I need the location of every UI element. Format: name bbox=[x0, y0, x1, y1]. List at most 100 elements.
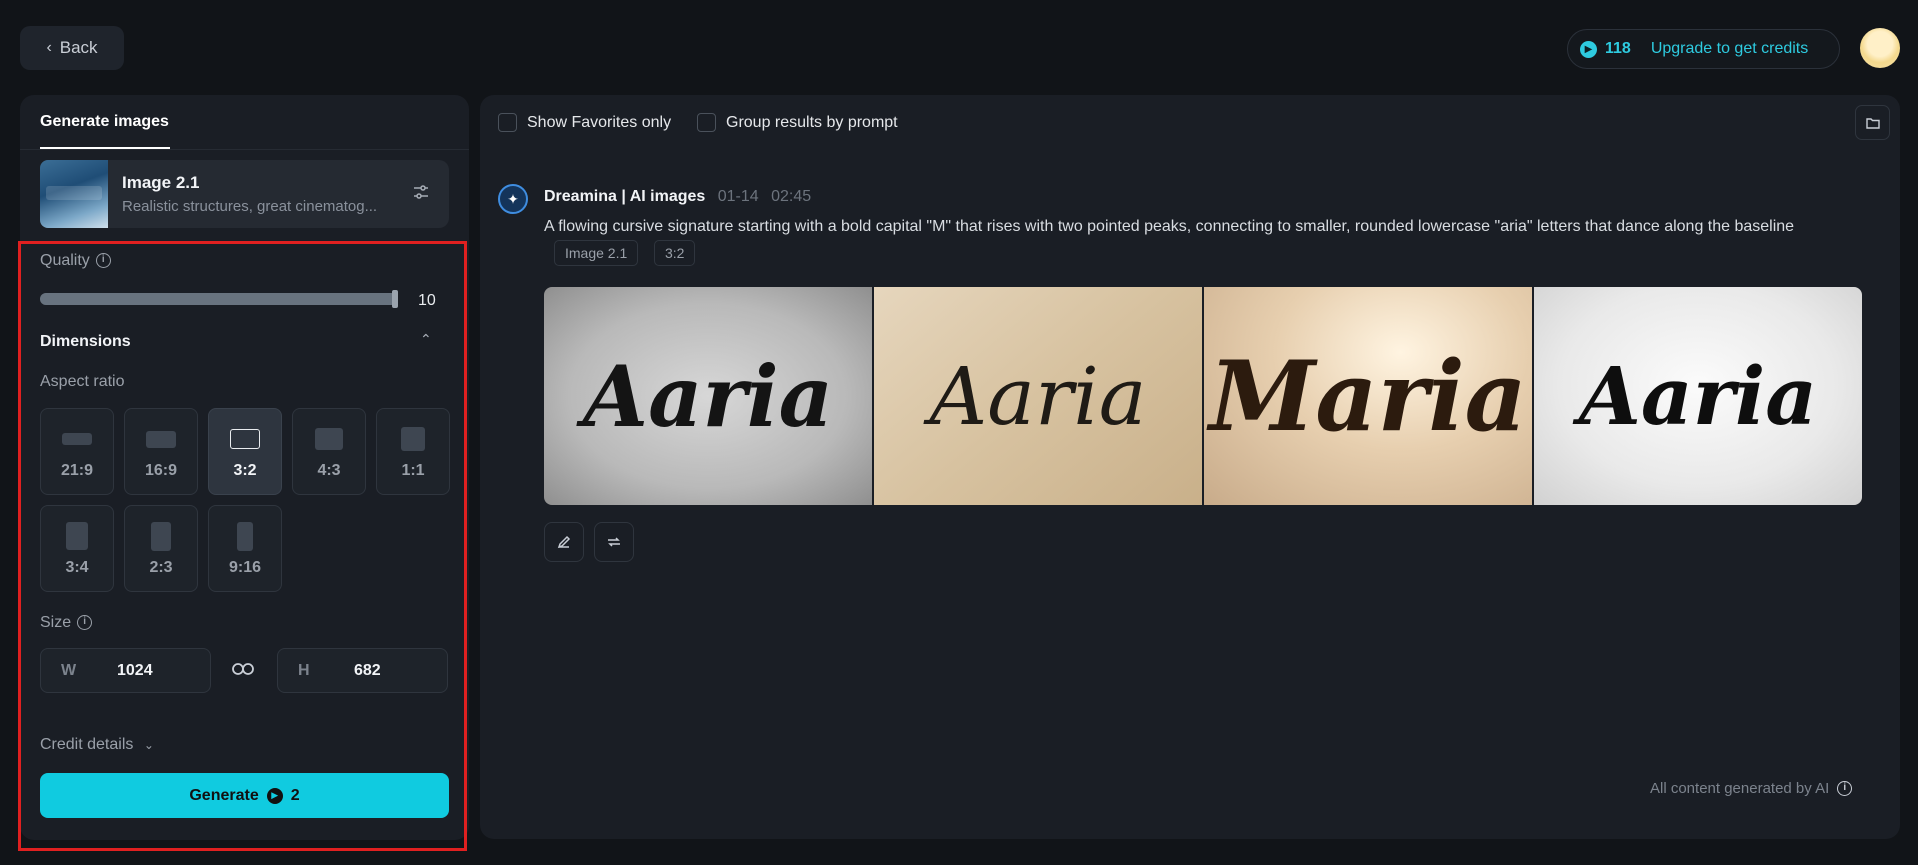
ratio-1-1-icon bbox=[401, 427, 425, 451]
ratio-21-9[interactable]: 21:9 bbox=[40, 408, 114, 495]
ratio-2-3-icon bbox=[151, 522, 171, 551]
generate-cost: 2 bbox=[290, 786, 300, 804]
regenerate-button[interactable] bbox=[594, 522, 634, 562]
tag-ratio: 3:2 bbox=[654, 240, 696, 266]
height-field[interactable]: H 682 bbox=[277, 648, 448, 693]
credit-coin-icon: ▶ bbox=[1580, 40, 1597, 58]
credit-details-label: Credit details bbox=[40, 736, 134, 753]
quality-slider-thumb[interactable] bbox=[392, 290, 398, 308]
checkbox-box[interactable] bbox=[697, 113, 716, 132]
result-time: 02:45 bbox=[771, 188, 812, 205]
ratio-21-9-icon bbox=[62, 433, 92, 445]
ai-note-text: All content generated by AI bbox=[1650, 780, 1830, 797]
tab-generate-images[interactable]: Generate images bbox=[40, 113, 169, 131]
quality-slider[interactable] bbox=[40, 293, 397, 305]
result-date: 01-14 bbox=[717, 188, 759, 205]
size-label: Size i bbox=[40, 614, 93, 632]
ratio-4-3-icon bbox=[315, 428, 343, 450]
ratio-label: 3:2 bbox=[233, 462, 257, 479]
generate-button[interactable]: Generate ▶ 2 bbox=[40, 773, 449, 818]
sliders-icon[interactable] bbox=[401, 183, 441, 206]
checkbox-box[interactable] bbox=[498, 113, 517, 132]
model-description: Realistic structures, great cinematog... bbox=[122, 198, 378, 215]
show-favorites-label: Show Favorites only bbox=[527, 113, 672, 131]
dimensions-title[interactable]: Dimensions bbox=[40, 333, 131, 351]
repeat-icon bbox=[608, 537, 620, 547]
avatar[interactable] bbox=[1860, 28, 1900, 68]
link-icon[interactable] bbox=[232, 659, 254, 682]
result-image-2-text: Aaria bbox=[929, 349, 1147, 443]
result-image-2[interactable]: Aaria bbox=[874, 287, 1202, 505]
ratio-4-3[interactable]: 4:3 bbox=[292, 408, 366, 495]
model-thumbnail bbox=[40, 160, 108, 228]
chevron-down-icon: ⌄ bbox=[143, 738, 154, 752]
left-panel: Generate images Image 2.1 Realistic stru… bbox=[20, 95, 469, 840]
ratio-9-16[interactable]: 9:16 bbox=[208, 505, 282, 592]
show-favorites-checkbox[interactable]: Show Favorites only bbox=[498, 113, 671, 132]
quality-value: 10 bbox=[418, 292, 436, 309]
upgrade-link[interactable]: Upgrade to get credits bbox=[1651, 40, 1808, 58]
size-label-text: Size bbox=[40, 614, 72, 631]
ratio-label: 3:4 bbox=[65, 559, 89, 576]
result-image-1-text: Aaria bbox=[582, 346, 834, 446]
credits-pill[interactable]: ▶ 118 Upgrade to get credits bbox=[1567, 29, 1840, 69]
height-prefix: H bbox=[298, 661, 310, 679]
ratio-label: 9:16 bbox=[228, 559, 262, 576]
width-value: 1024 bbox=[117, 661, 153, 679]
ratio-2-3[interactable]: 2:3 bbox=[124, 505, 198, 592]
quality-label-text: Quality bbox=[40, 252, 90, 269]
result-image-3-text: Maria bbox=[1209, 339, 1527, 453]
ratio-16-9-icon bbox=[146, 431, 176, 448]
ratio-label: 4:3 bbox=[317, 462, 341, 479]
ratio-9-16-icon bbox=[237, 522, 253, 551]
model-selector[interactable]: Image 2.1 Realistic structures, great ci… bbox=[40, 160, 449, 228]
chevron-up-icon[interactable]: ⌃ bbox=[420, 331, 432, 348]
ratio-label: 1:1 bbox=[401, 462, 425, 479]
chevron-left-icon: ‹ bbox=[46, 39, 52, 56]
ratio-3-4[interactable]: 3:4 bbox=[40, 505, 114, 592]
ai-note: All content generated by AI i bbox=[1650, 780, 1853, 797]
credits-count: 118 bbox=[1605, 40, 1631, 57]
model-name: Image 2.1 bbox=[122, 173, 200, 192]
dreamina-logo-icon: ✦ bbox=[498, 184, 528, 214]
info-icon[interactable]: i bbox=[95, 253, 111, 269]
group-results-label: Group results by prompt bbox=[726, 113, 898, 131]
tab-row: Generate images bbox=[20, 95, 469, 150]
credit-details-toggle[interactable]: Credit details ⌄ bbox=[40, 736, 154, 754]
info-icon[interactable]: i bbox=[1837, 781, 1853, 796]
result-image-4-text: Aaria bbox=[1578, 349, 1818, 443]
back-button[interactable]: ‹ Back bbox=[20, 26, 124, 70]
width-field[interactable]: W 1024 bbox=[40, 648, 211, 693]
generate-label: Generate bbox=[189, 786, 259, 804]
ratio-label: 16:9 bbox=[144, 462, 178, 479]
ratio-3-4-icon bbox=[66, 522, 88, 550]
ratio-3-2[interactable]: 3:2 bbox=[208, 408, 282, 495]
back-label: Back bbox=[59, 38, 98, 57]
credit-coin-icon: ▶ bbox=[266, 787, 283, 804]
right-panel: Show Favorites only Group results by pro… bbox=[480, 95, 1900, 839]
result-image-1[interactable]: Aaria bbox=[544, 287, 872, 505]
pencil-icon bbox=[557, 535, 571, 549]
quality-slider-fill bbox=[40, 293, 394, 305]
model-info: Image 2.1 Realistic structures, great ci… bbox=[122, 173, 401, 215]
height-value: 682 bbox=[354, 661, 381, 679]
result-image-3[interactable]: Maria bbox=[1204, 287, 1532, 505]
quality-label: Quality i bbox=[40, 252, 111, 270]
tab-underline bbox=[40, 147, 170, 149]
prompt-text: A flowing cursive signature starting wit… bbox=[544, 218, 1795, 235]
result-author: Dreamina | AI images bbox=[544, 188, 706, 205]
ratio-label: 21:9 bbox=[60, 462, 94, 479]
ratio-1-1[interactable]: 1:1 bbox=[376, 408, 450, 495]
result-image-4[interactable]: Aaria bbox=[1534, 287, 1862, 505]
ratio-label: 2:3 bbox=[149, 559, 173, 576]
ratio-3-2-icon bbox=[230, 429, 260, 449]
result-header: Dreamina | AI images 01-14 02:45 bbox=[544, 188, 811, 206]
info-icon[interactable]: i bbox=[77, 615, 93, 631]
width-prefix: W bbox=[61, 661, 77, 679]
folder-button[interactable] bbox=[1855, 105, 1890, 140]
folder-icon bbox=[1865, 117, 1880, 129]
group-results-checkbox[interactable]: Group results by prompt bbox=[697, 113, 898, 132]
aspect-ratio-label: Aspect ratio bbox=[40, 373, 125, 390]
ratio-16-9[interactable]: 16:9 bbox=[124, 408, 198, 495]
edit-button[interactable] bbox=[544, 522, 584, 562]
